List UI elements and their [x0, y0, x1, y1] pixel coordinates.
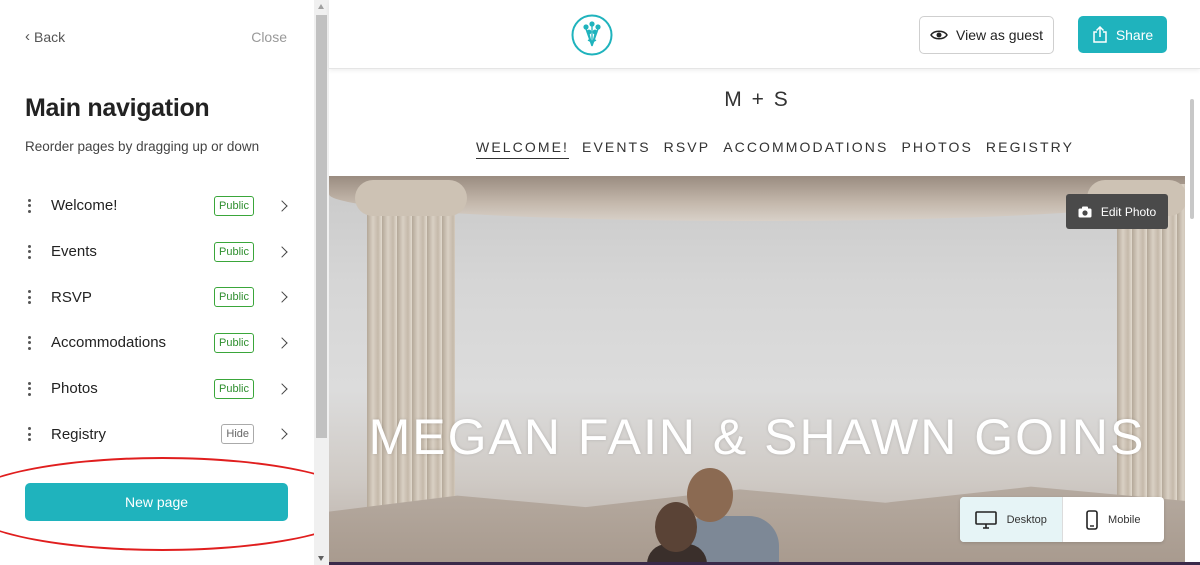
- page-label: Events: [51, 243, 97, 261]
- bouquet-logo-icon[interactable]: [571, 14, 613, 56]
- scrollbar-thumb[interactable]: [316, 15, 327, 438]
- page-row-registry[interactable]: Registry Hide: [0, 411, 314, 457]
- eye-icon: [930, 30, 948, 40]
- back-label: Back: [34, 28, 66, 45]
- site-nav-photos[interactable]: PHOTOS: [901, 139, 972, 159]
- close-button[interactable]: Close: [251, 29, 287, 45]
- desktop-toggle[interactable]: Desktop: [960, 497, 1063, 542]
- couple-photo: [647, 464, 797, 565]
- view-as-guest-label: View as guest: [956, 27, 1043, 43]
- scroll-down-arrow-icon[interactable]: [318, 556, 324, 561]
- new-page-button[interactable]: New page: [25, 483, 288, 521]
- chevron-right-icon[interactable]: [276, 291, 288, 303]
- edit-photo-label: Edit Photo: [1100, 204, 1157, 219]
- page-row-photos[interactable]: Photos Public: [0, 366, 314, 412]
- page-row-welcome[interactable]: Welcome! Public: [0, 183, 314, 229]
- hero-photo: MEGAN FAIN & SHAWN GOINS Edit Photo Desk…: [329, 176, 1185, 565]
- visibility-badge[interactable]: Hide: [221, 424, 254, 445]
- desktop-monitor-icon: [974, 510, 997, 529]
- navigation-editor-panel: ‹ Back Close Main navigation Reorder pag…: [0, 0, 365, 565]
- page-label: Accommodations: [51, 334, 167, 352]
- page-row-rsvp[interactable]: RSVP Public: [0, 274, 314, 320]
- site-header: M + S WELCOME! EVENTS RSVP ACCOMMODATION…: [329, 69, 1185, 176]
- chevron-right-icon[interactable]: [276, 428, 288, 440]
- camera-icon: [1078, 206, 1092, 217]
- visibility-badge[interactable]: Public: [214, 195, 254, 216]
- edit-photo-button[interactable]: Edit Photo: [1066, 194, 1168, 229]
- page-label: Welcome!: [51, 197, 118, 215]
- site-nav-welcome[interactable]: WELCOME!: [476, 139, 570, 159]
- drag-handle-icon[interactable]: [24, 290, 34, 305]
- drag-handle-icon[interactable]: [24, 427, 34, 442]
- visibility-badge[interactable]: Public: [214, 241, 254, 262]
- visibility-badge[interactable]: Public: [214, 378, 254, 399]
- site-nav-events[interactable]: EVENTS: [582, 139, 651, 159]
- device-toggle: Desktop Mobile: [960, 497, 1164, 542]
- chevron-right-icon[interactable]: [276, 337, 288, 349]
- share-label: Share: [1115, 26, 1154, 43]
- editor-top-bar: View as guest Share: [329, 0, 1200, 69]
- drag-handle-icon[interactable]: [24, 198, 34, 213]
- mobile-label: Mobile: [1108, 513, 1141, 526]
- mobile-phone-icon: [1086, 509, 1098, 530]
- site-nav-accommodations[interactable]: ACCOMMODATIONS: [723, 139, 888, 159]
- page-list: Welcome! Public Events Public RSVP Publi…: [0, 183, 314, 457]
- scroll-up-arrow-icon[interactable]: [318, 4, 324, 9]
- site-nav: WELCOME! EVENTS RSVP ACCOMMODATIONS PHOT…: [476, 139, 1074, 159]
- preview-scrollbar-thumb[interactable]: [1190, 99, 1194, 219]
- panel-title: Main navigation: [25, 94, 210, 122]
- chevron-right-icon[interactable]: [276, 200, 288, 212]
- page-label: Photos: [51, 380, 98, 398]
- back-button[interactable]: ‹ Back: [25, 28, 65, 45]
- share-upload-icon: [1093, 26, 1107, 43]
- desktop-label: Desktop: [1006, 513, 1047, 526]
- drag-handle-icon[interactable]: [24, 381, 34, 396]
- panel-scrollbar[interactable]: [314, 0, 329, 565]
- view-as-guest-button[interactable]: View as guest: [919, 16, 1054, 54]
- chevron-left-icon: ‹: [25, 28, 30, 45]
- visibility-badge[interactable]: Public: [214, 287, 254, 308]
- panel-subtitle: Reorder pages by dragging up or down: [25, 139, 260, 154]
- chevron-right-icon[interactable]: [276, 382, 288, 395]
- hero-title: MEGAN FAIN & SHAWN GOINS: [368, 409, 1146, 465]
- site-nav-rsvp[interactable]: RSVP: [664, 139, 711, 159]
- page-row-accommodations[interactable]: Accommodations Public: [0, 320, 314, 366]
- share-button[interactable]: Share: [1078, 16, 1167, 53]
- preview-scrollbar[interactable]: [1185, 69, 1200, 565]
- site-nav-registry[interactable]: REGISTRY: [986, 139, 1074, 159]
- page-label: Registry: [51, 425, 107, 443]
- mobile-toggle[interactable]: Mobile: [1063, 497, 1165, 542]
- drag-handle-icon[interactable]: [24, 335, 34, 350]
- visibility-badge[interactable]: Public: [214, 332, 254, 353]
- drag-handle-icon[interactable]: [24, 244, 34, 259]
- site-monogram: M + S: [724, 88, 790, 111]
- page-label: RSVP: [51, 288, 92, 306]
- chevron-right-icon[interactable]: [276, 245, 288, 258]
- app-window: ‹ Back Close Main navigation Reorder pag…: [0, 0, 1200, 565]
- page-row-events[interactable]: Events Public: [0, 229, 314, 275]
